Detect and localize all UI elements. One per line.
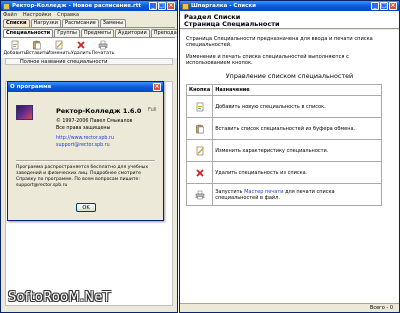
about-separator xyxy=(16,160,155,162)
tab-lists[interactable]: Списки xyxy=(3,19,30,27)
menu-file[interactable]: Файл xyxy=(3,12,17,18)
email-link[interactable]: support@rector.spb.ru xyxy=(56,143,110,148)
license-text: Программа распространяется бесплатно для… xyxy=(16,165,149,188)
subtab-groups[interactable]: Группы xyxy=(54,29,80,37)
about-body: Ректор-Колледж 1.6.0 Full © 1997-2006 Па… xyxy=(8,92,163,222)
help-close-button[interactable]: × xyxy=(389,2,397,10)
commands-table: Кнопка Назначение Добавить новую специал… xyxy=(185,84,382,207)
product-name: Ректор-Колледж 1.6.0 xyxy=(56,107,142,115)
watermark-text: SoftoRooM.NeT xyxy=(8,290,111,305)
add-label: Добавить xyxy=(3,51,27,56)
tab-replacements[interactable]: Замены xyxy=(99,19,127,27)
rights-text: Все права защищены xyxy=(56,126,111,131)
maximize-button[interactable]: □ xyxy=(158,2,166,10)
help-window: Шпаргалка - Списки _ □ × Раздел Списки С… xyxy=(179,0,400,313)
grid-header[interactable]: Полное название специальности xyxy=(5,58,173,65)
subtab-rooms[interactable]: Аудитории xyxy=(115,29,150,37)
table-row: Добавить новую специальность в список. xyxy=(185,95,382,119)
status-count: Всего - 0 xyxy=(369,305,393,311)
col-button-header: Кнопка xyxy=(185,84,214,97)
about-close-button[interactable]: × xyxy=(153,83,161,91)
paste-icon xyxy=(32,40,42,50)
main-tabs: Списки Нагрузки Расписание Замены xyxy=(1,18,177,27)
about-dialog: О программе × Ректор-Колледж 1.6.0 Full … xyxy=(7,81,164,221)
ok-button[interactable]: OK xyxy=(76,203,96,212)
edit-page-icon xyxy=(195,146,205,156)
delete-button[interactable]: Удалить xyxy=(71,40,91,56)
main-title-bar[interactable]: Ректор-Колледж - Новое расписание.rtt _ … xyxy=(1,1,177,11)
add-page-icon xyxy=(10,40,20,50)
help-app-icon xyxy=(182,2,189,10)
row-print-text: Запустить Мастер печати для печати списк… xyxy=(212,183,382,207)
subtab-specialties[interactable]: Специальности xyxy=(3,29,54,37)
close-button[interactable]: × xyxy=(167,2,175,10)
row-edit-text: Изменить характеристику специальности. xyxy=(212,139,382,163)
help-minimize-button[interactable]: _ xyxy=(371,2,379,10)
help-paragraph-1: Страница Специальности предназначена для… xyxy=(186,36,373,49)
tab-workload[interactable]: Нагрузки xyxy=(30,19,62,27)
tab-schedule[interactable]: Расписание xyxy=(62,19,99,27)
edit-label: Изменить xyxy=(47,51,71,56)
row-add-text: Добавить новую специальность в список. xyxy=(212,95,382,119)
edit-page-icon xyxy=(54,40,64,50)
about-dialog-title: О программе xyxy=(10,84,52,90)
help-heading: Раздел Списки Страница Специальности xyxy=(180,11,399,29)
help-window-title: Шпаргалка - Списки xyxy=(191,3,256,9)
printer-icon xyxy=(195,190,205,200)
help-title-bar[interactable]: Шпаргалка - Списки _ □ × xyxy=(180,1,399,11)
website-link[interactable]: http://www.rector.spb.ru xyxy=(56,136,114,141)
table-row: Удалить специальность из списка. xyxy=(185,161,382,185)
subtab-teachers[interactable]: Преподаватели xyxy=(150,29,177,37)
sub-tabs: Специальности Группы Предметы Аудитории … xyxy=(1,28,177,37)
delete-x-icon xyxy=(195,168,205,178)
paste-icon xyxy=(195,124,205,134)
help-paragraph-2: Изменение и печать списка специальностей… xyxy=(186,53,349,66)
about-title-bar[interactable]: О программе × xyxy=(8,82,163,92)
help-heading-page: Страница Специальности xyxy=(184,20,280,28)
minimize-button[interactable]: _ xyxy=(149,2,157,10)
subtab-subjects[interactable]: Предметы xyxy=(80,29,115,37)
menu-help[interactable]: Справка xyxy=(57,12,79,18)
product-logo xyxy=(16,105,33,120)
menu-bar: Файл Настройки Справка xyxy=(1,11,177,18)
product-edition: Full xyxy=(148,107,157,113)
row-paste-text: Вставить список специальностей из буфера… xyxy=(212,117,382,141)
table-row: Изменить характеристику специальности. xyxy=(185,139,382,163)
print-label: Печатать xyxy=(91,51,115,56)
grid-header-label: Полное название специальности xyxy=(20,58,108,65)
main-window-title: Ректор-Колледж - Новое расписание.rtt xyxy=(12,3,142,9)
help-content[interactable]: Страница Специальности предназначена для… xyxy=(180,30,399,303)
printer-icon xyxy=(98,40,108,50)
app-icon xyxy=(3,2,10,10)
menu-settings[interactable]: Настройки xyxy=(23,12,51,18)
toolbar: Добавить Вставить Изменить Удалить Печат… xyxy=(1,38,177,58)
add-page-icon xyxy=(195,102,205,112)
paste-button[interactable]: Вставить xyxy=(25,40,49,56)
help-maximize-button[interactable]: □ xyxy=(380,2,388,10)
add-button[interactable]: Добавить xyxy=(3,40,27,56)
delete-x-icon xyxy=(76,40,86,50)
status-bar: Всего - 0 xyxy=(180,303,399,312)
table-header-row: Кнопка Назначение xyxy=(185,84,382,97)
print-button[interactable]: Печатать xyxy=(91,40,115,56)
help-subheading: Управление списком специальностей xyxy=(225,72,354,81)
main-window: Ректор-Колледж - Новое расписание.rtt _ … xyxy=(0,0,178,313)
col-purpose-header: Назначение xyxy=(212,84,382,97)
row-delete-text: Удалить специальность из списка. xyxy=(212,161,382,185)
paste-label: Вставить xyxy=(25,51,49,56)
copyright-text: © 1997-2006 Павел Смыкалов xyxy=(56,119,133,124)
edit-button[interactable]: Изменить xyxy=(47,40,71,56)
delete-label: Удалить xyxy=(70,51,92,56)
table-row: Вставить список специальностей из буфера… xyxy=(185,117,382,141)
table-row: Запустить Мастер печати для печати списк… xyxy=(185,183,382,207)
